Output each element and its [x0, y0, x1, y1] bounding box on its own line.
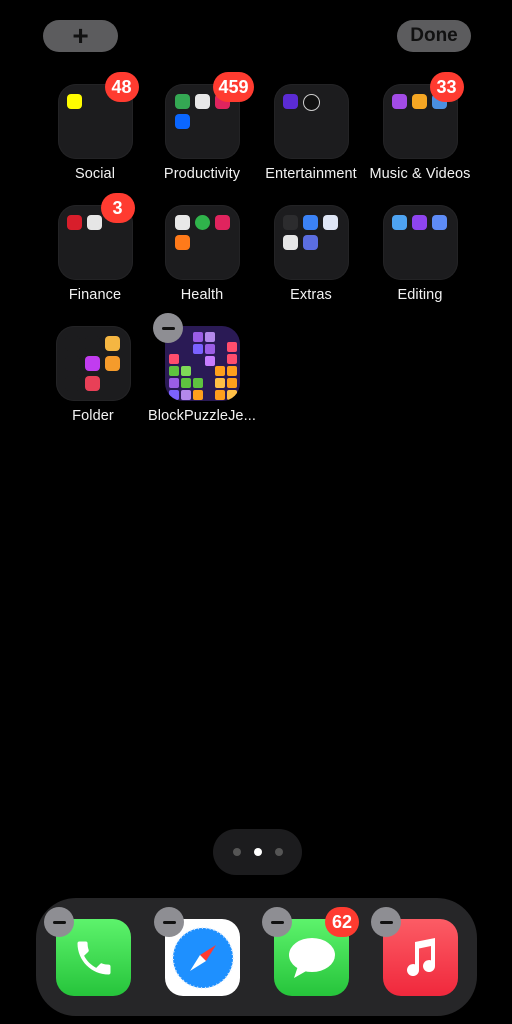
- notification-badge: 62: [325, 907, 359, 937]
- app-icon: [322, 215, 338, 230]
- folder-entertainment[interactable]: Entertainment: [256, 84, 366, 182]
- folder-music-videos[interactable]: 33 Music & Videos: [365, 72, 475, 182]
- phone-icon: [77, 941, 110, 974]
- folder-social[interactable]: 48 Social: [40, 72, 150, 182]
- app-icon: [86, 215, 102, 230]
- folder-icon: [273, 84, 349, 159]
- sheets-icon: [174, 94, 190, 109]
- delete-messages-button[interactable]: [262, 907, 292, 937]
- app-icon: [431, 215, 447, 230]
- app-icon: [302, 235, 318, 250]
- delete-app-button[interactable]: [153, 313, 183, 343]
- folder-productivity[interactable]: 459 Productivity: [147, 72, 257, 182]
- folder-label: Extras: [290, 287, 332, 303]
- page-dot[interactable]: [232, 848, 241, 856]
- folder-icon: 33: [382, 72, 464, 159]
- folder-folder[interactable]: Folder: [38, 326, 148, 424]
- app-icon: [194, 215, 210, 230]
- app-icon: [104, 336, 120, 351]
- app-icon: [411, 94, 427, 109]
- folder-extras[interactable]: Extras: [256, 205, 366, 303]
- folder-icon: [273, 205, 349, 280]
- app-icon: [282, 215, 298, 230]
- folder-editing[interactable]: Editing: [365, 205, 475, 303]
- folder-icon: 48: [57, 72, 139, 159]
- folder-health[interactable]: Health: [147, 205, 257, 303]
- app-icon: [174, 235, 190, 250]
- app-icon: [104, 356, 120, 371]
- app-icon: [64, 376, 80, 391]
- compass-icon: [171, 926, 234, 989]
- folder-label: Finance: [68, 287, 122, 303]
- folder-label: Music & Videos: [369, 166, 471, 182]
- page-dot-active[interactable]: [253, 848, 262, 856]
- folder-icon: [164, 205, 240, 280]
- delete-safari-button[interactable]: [154, 907, 184, 937]
- page-dot[interactable]: [274, 848, 283, 856]
- app-icon: [282, 94, 298, 109]
- delete-music-button[interactable]: [371, 907, 401, 937]
- folder-icon: 3: [57, 193, 135, 280]
- done-button[interactable]: Done: [397, 20, 471, 52]
- notification-badge: 33: [429, 72, 464, 102]
- app-icon: [214, 215, 230, 230]
- folder-icon: 459: [164, 72, 254, 159]
- app-icon: [411, 215, 427, 230]
- folder-label: Editing: [397, 287, 443, 303]
- folder-label: Entertainment: [265, 166, 357, 182]
- app-icon: [302, 215, 318, 230]
- app-icon: [64, 356, 80, 371]
- podcasts-icon: [391, 94, 407, 109]
- folder-label: Health: [180, 287, 224, 303]
- app-label: BlockPuzzleJe...: [148, 408, 256, 424]
- snapchat-icon: [66, 94, 82, 109]
- app-icon: [391, 215, 407, 230]
- speech-bubble-icon: [288, 937, 335, 978]
- notification-badge: 48: [104, 72, 139, 102]
- music-note-icon: [406, 937, 435, 976]
- app-icon: [174, 215, 190, 230]
- folder-finance[interactable]: 3 Finance: [40, 193, 150, 303]
- notification-badge: 459: [213, 72, 254, 102]
- app-icon: [194, 94, 210, 109]
- add-widget-button[interactable]: +: [43, 20, 118, 52]
- folder-icon: [382, 205, 458, 280]
- delete-phone-button[interactable]: [44, 907, 74, 937]
- app-icon: [282, 235, 298, 250]
- app-icon: [302, 94, 320, 111]
- folder-label: Productivity: [163, 166, 241, 182]
- app-icon: [66, 215, 82, 230]
- folder-label: Folder: [72, 408, 114, 424]
- tv-icon: [64, 336, 80, 351]
- app-icon: [84, 336, 100, 351]
- star-icon: [84, 356, 100, 371]
- notification-badge: 3: [100, 193, 135, 223]
- dropbox-icon: [174, 114, 190, 129]
- app-icon: [84, 376, 100, 391]
- folder-label: Social: [74, 166, 116, 182]
- folder-icon: [55, 326, 131, 401]
- page-indicator[interactable]: [213, 829, 302, 875]
